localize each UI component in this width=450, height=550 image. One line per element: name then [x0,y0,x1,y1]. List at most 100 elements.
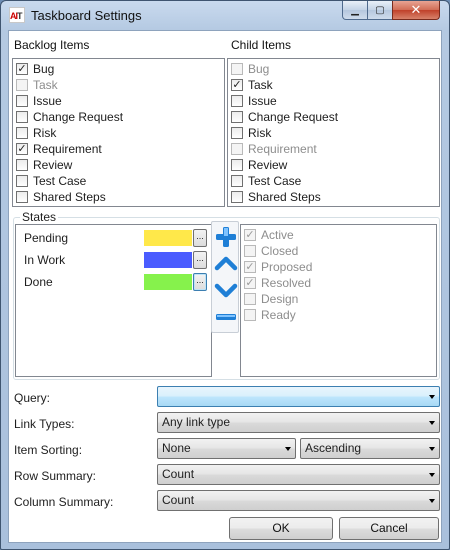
backlog-item-checkbox-row[interactable]: ✓ Requirement [16,141,102,157]
child-item-checkbox-label: Change Request [248,110,339,124]
available-state-checkbox-label: Active [261,228,294,242]
backlog-item-checkbox-label: Change Request [33,110,124,124]
query-label: Query: [14,391,51,405]
checkbox-icon [244,293,256,305]
checked-box-icon: ✓ [244,276,256,289]
link-types-combobox[interactable]: Any link type [157,412,440,433]
move-up-icon[interactable] [214,252,238,276]
remove-state-icon[interactable] [214,305,238,329]
sorting-direction-combobox[interactable]: Ascending [300,438,440,459]
available-state-checkbox-row: ✓ Active [244,227,294,243]
backlog-item-checkbox-label: Bug [33,62,55,76]
minimize-button[interactable]: ▁ [342,1,368,20]
available-state-checkbox-row: ✓ Resolved [244,275,311,291]
chevron-down-icon [429,499,435,503]
backlog-item-checkbox-row[interactable]: Test Case [16,173,86,189]
checkbox-icon[interactable] [16,111,28,123]
title-bar[interactable]: AIT Taskboard Settings ▁ ▢ ✕ [1,1,449,31]
checked-box-icon[interactable]: ✓ [231,79,243,91]
child-item-checkbox-row[interactable]: Shared Steps [231,189,321,205]
child-item-checkbox-row[interactable]: ✓ Task [231,77,273,93]
column-summary-label: Column Summary: [14,495,114,509]
close-icon: ✕ [410,2,422,17]
backlog-item-checkbox-label: Task [33,78,58,92]
available-state-checkbox-row: Closed [244,243,298,259]
checkbox-icon[interactable] [16,159,28,171]
available-states-list[interactable]: ✓ Active Closed ✓ Proposed ✓ Resolved Design Rea… [240,224,437,377]
app-icon-text-dark: T [17,11,22,21]
state-row[interactable]: Done... [24,273,208,291]
backlog-item-checkbox-row[interactable]: Risk [16,125,56,141]
checkbox-icon[interactable] [16,175,28,187]
available-state-checkbox-row: ✓ Proposed [244,259,312,275]
checkbox-icon[interactable] [16,127,28,139]
checkbox-icon[interactable] [16,191,28,203]
available-state-checkbox-label: Ready [261,308,296,322]
child-item-checkbox-row[interactable]: Review [231,157,287,173]
backlog-items-header: Backlog Items [14,38,90,52]
checked-box-icon[interactable]: ✓ [16,143,28,155]
checkbox-icon [231,63,243,75]
backlog-item-checkbox-row[interactable]: Issue [16,93,62,109]
state-row[interactable]: Pending... [24,229,208,247]
state-label: Done [24,275,53,289]
link-types-label: Link Types: [14,417,75,431]
backlog-item-checkbox-label: Shared Steps [33,190,106,204]
close-button[interactable]: ✕ [392,1,440,20]
backlog-item-checkbox-row[interactable]: Shared Steps [16,189,106,205]
child-item-checkbox-row[interactable]: Change Request [231,109,338,125]
checked-box-icon: ✓ [244,260,256,273]
checkbox-icon[interactable] [231,159,243,171]
ok-button[interactable]: OK [229,517,333,540]
child-item-checkbox-label: Task [248,78,273,92]
chevron-down-icon [285,447,291,451]
backlog-items-list[interactable]: ✓ Bug Task Issue Change Request Risk ✓ Requirem… [12,58,225,207]
backlog-item-checkbox-label: Test Case [33,174,87,188]
minimize-icon: ▁ [351,4,359,16]
row-summary-combobox[interactable]: Count [157,464,440,485]
sorting-field-value: None [162,441,191,455]
state-row[interactable]: In Work... [24,251,208,269]
pick-color-button[interactable]: ... [193,251,207,269]
app-icon-text-red: AI [10,11,18,21]
checkbox-icon[interactable] [231,191,243,203]
state-label: Pending [24,231,69,245]
maximize-button[interactable]: ▢ [367,1,393,20]
checkbox-icon[interactable] [16,95,28,107]
checked-box-icon: ✓ [244,228,256,241]
child-item-checkbox-row[interactable]: Risk [231,125,271,141]
add-state-icon[interactable] [214,225,238,249]
checkbox-icon[interactable] [231,95,243,107]
state-color-swatch [144,252,192,268]
query-combobox[interactable] [157,386,440,407]
checked-box-icon[interactable]: ✓ [16,63,28,75]
available-state-checkbox-row: Design [244,291,298,307]
child-item-checkbox-row[interactable]: Issue [231,93,277,109]
backlog-item-checkbox-row[interactable]: Review [16,157,72,173]
states-header: States [20,210,59,224]
checkbox-icon[interactable] [231,175,243,187]
app-icon[interactable]: AIT [9,7,25,23]
pick-color-button[interactable]: ... [193,273,207,291]
sorting-field-combobox[interactable]: None [157,438,296,459]
checkbox-icon[interactable] [231,111,243,123]
backlog-item-checkbox-row[interactable]: Change Request [16,109,123,125]
backlog-item-checkbox-row[interactable]: ✓ Bug [16,61,54,77]
backlog-item-checkbox-label: Issue [33,94,62,108]
chevron-down-icon [429,447,435,451]
backlog-item-checkbox-label: Review [33,158,73,172]
child-item-checkbox-row: Bug [231,61,269,77]
cancel-button[interactable]: Cancel [339,517,439,540]
child-item-checkbox-label: Risk [248,126,272,140]
state-color-swatch [144,230,192,246]
child-item-checkbox-row[interactable]: Test Case [231,173,301,189]
child-item-checkbox-label: Bug [248,62,270,76]
checkbox-icon[interactable] [231,127,243,139]
state-label: In Work [24,253,66,267]
backlog-item-checkbox-label: Requirement [33,142,102,156]
pick-color-button[interactable]: ... [193,229,207,247]
column-summary-combobox[interactable]: Count [157,490,440,511]
move-down-icon[interactable] [214,278,238,302]
child-items-list[interactable]: Bug ✓ Task Issue Change Request Risk Requireme… [227,58,440,207]
state-list[interactable]: Pending... In Work... Done... [15,224,212,377]
